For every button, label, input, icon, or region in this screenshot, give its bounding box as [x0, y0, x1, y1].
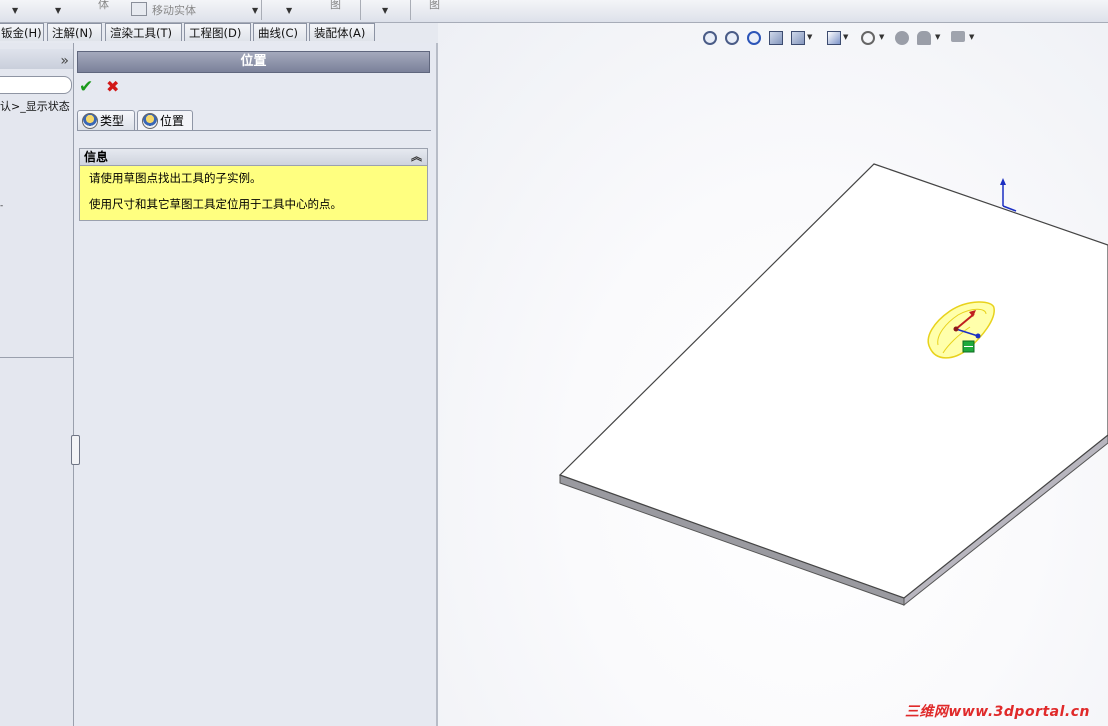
tree-dash: - [0, 201, 4, 211]
tab-annotation[interactable]: 注解(N) [47, 23, 102, 41]
move-body-button[interactable]: 移动实体 [152, 2, 196, 18]
model-viewport[interactable] [438, 23, 1108, 726]
move-body-icon[interactable] [131, 2, 147, 16]
tab-divider [77, 130, 431, 131]
top-toolbar: ▼ ▼ 体 移动实体 ▼ ▼ 图 ▼ 图 [0, 0, 1108, 23]
graphics-area[interactable]: ▼ ▼ ▼ ▼ ▼ 三维网www.3dportal.cn [438, 23, 1108, 726]
image-label-2: 图 [429, 0, 440, 11]
tab-drawing[interactable]: 工程图(D) [184, 23, 251, 41]
tab-render-tools[interactable]: 渲染工具(T) [105, 23, 182, 41]
ok-check-icon[interactable]: ✔ [79, 77, 93, 97]
property-manager: 位置 ✔ ✖ 类型 位置 信息 ︽ 请使用草图点找出工具的子实例。 使用尺寸和其… [71, 43, 438, 726]
plate-top-face[interactable] [558, 163, 1108, 599]
triad-y-arrow-icon [1000, 178, 1006, 185]
watermark-text: 三维网www.3dportal.cn [904, 704, 1090, 720]
info-group-title: 信息 [84, 150, 109, 164]
display-state-text[interactable]: 认>_显示状态 [0, 98, 70, 114]
image-label: 图 [330, 0, 341, 11]
command-manager-tabs: 钣金(H) 注解(N) 渲染工具(T) 工程图(D) 曲线(C) 装配体(A) [0, 23, 438, 43]
body-label: 体 [98, 0, 109, 11]
toolbar-separator [410, 0, 411, 20]
tab-sheet-metal[interactable]: 钣金(H) [0, 23, 44, 41]
tab-position[interactable]: 位置 [137, 110, 193, 131]
collapse-icon[interactable]: ︽ [411, 149, 422, 165]
tab-assembly[interactable]: 装配体(A) [309, 23, 375, 41]
info-group-header[interactable]: 信息 ︽ [80, 149, 427, 166]
tab-position-label: 位置 [160, 114, 185, 128]
info-line: 请使用草图点找出工具的子实例。 [89, 171, 262, 185]
dropdown-arrow-icon[interactable]: ▼ [252, 6, 258, 15]
feature-tree-panel: » 认>_显示状态 - [0, 43, 74, 726]
info-line: 使用尺寸和其它草图工具定位用于工具中心的点。 [89, 197, 342, 211]
dropdown-arrow-icon[interactable]: ▼ [55, 6, 61, 15]
tab-type-label: 类型 [100, 114, 125, 128]
toolbar-separator [261, 0, 262, 20]
expand-chevron-icon[interactable]: » [60, 53, 69, 69]
hole-wizard-icon [82, 113, 98, 129]
tree-filter-input[interactable] [0, 76, 72, 94]
dropdown-arrow-icon[interactable]: ▼ [286, 6, 292, 15]
tool-z-point-icon [975, 333, 981, 339]
dropdown-arrow-icon[interactable]: ▼ [12, 6, 18, 15]
tree-divider [0, 357, 73, 358]
tab-curves[interactable]: 曲线(C) [253, 23, 307, 41]
info-group: 信息 ︽ 请使用草图点找出工具的子实例。 使用尺寸和其它草图工具定位用于工具中心… [79, 148, 428, 221]
cancel-x-icon[interactable]: ✖ [106, 77, 119, 96]
property-manager-title: 位置 [77, 51, 430, 73]
dropdown-arrow-icon[interactable]: ▼ [382, 6, 388, 15]
hole-wizard-icon [142, 113, 158, 129]
panel-splitter-handle[interactable] [71, 435, 80, 465]
tool-origin-icon [953, 326, 959, 332]
tab-type[interactable]: 类型 [77, 110, 135, 130]
toolbar-separator [360, 0, 361, 20]
